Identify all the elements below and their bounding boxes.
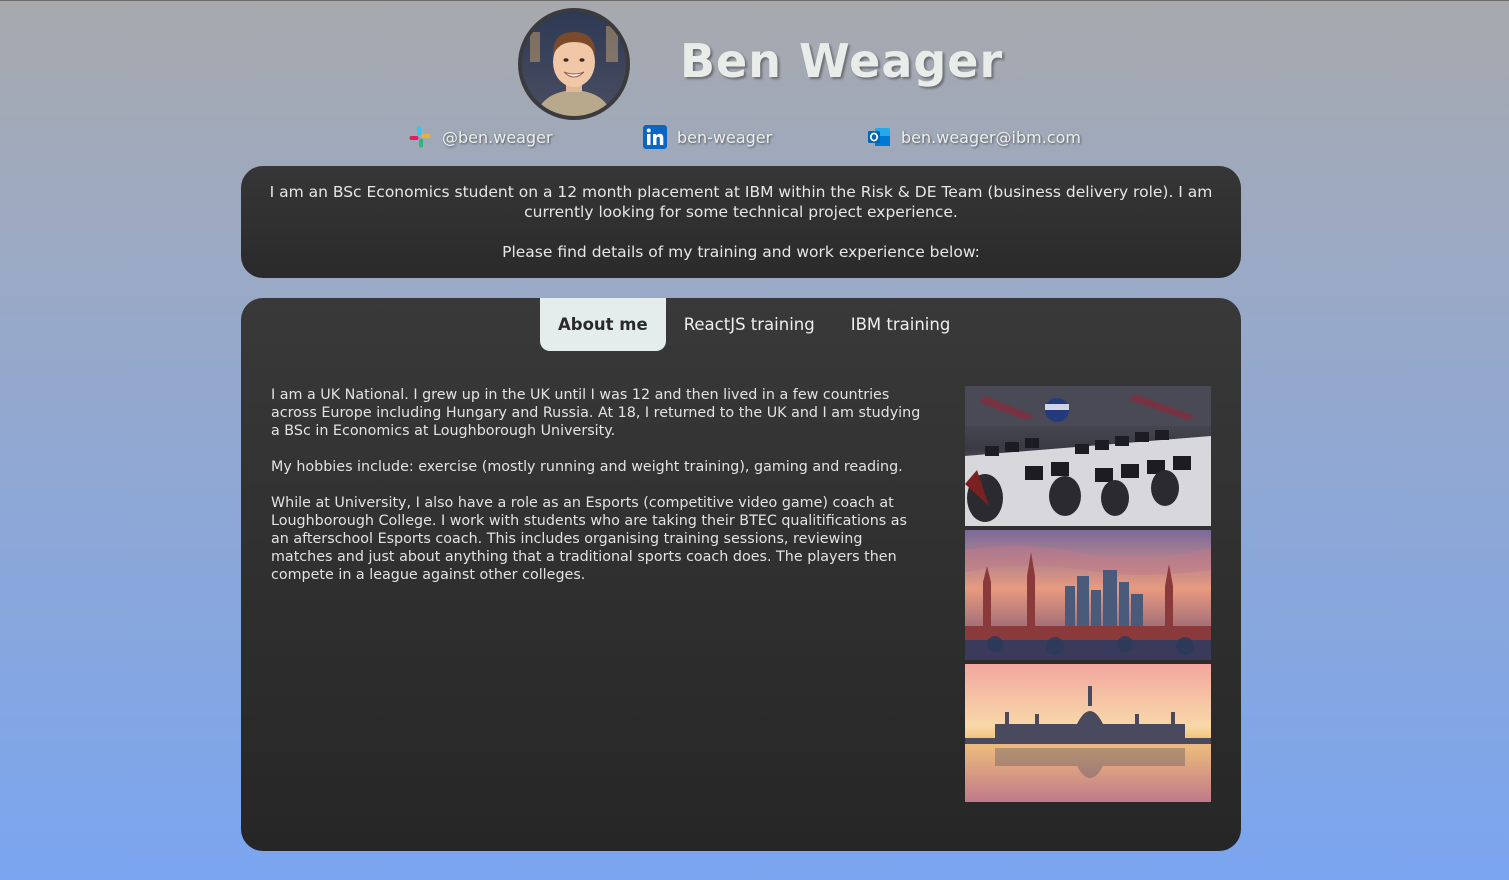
profile-photo — [522, 12, 626, 116]
tab-about-me[interactable]: About me — [540, 298, 666, 351]
content-card: About me ReactJS training IBM training I… — [241, 298, 1241, 851]
intro-card: I am an BSc Economics student on a 12 mo… — [241, 166, 1241, 278]
email-contact[interactable]: ben.weager@ibm.com — [867, 124, 1081, 150]
slack-contact[interactable]: @ben.weager — [408, 124, 553, 150]
linkedin-icon — [643, 125, 667, 149]
linkedin-handle: ben-weager — [677, 127, 773, 147]
tab-ibm-training[interactable]: IBM training — [833, 298, 969, 351]
avatar — [518, 8, 630, 120]
email-address: ben.weager@ibm.com — [901, 127, 1081, 147]
about-paragraph: My hobbies include: exercise (mostly run… — [271, 459, 903, 475]
slack-icon — [409, 126, 431, 148]
intro-text: I am an BSc Economics student on a 12 mo… — [269, 183, 1213, 221]
about-text: I am a UK National. I grew up in the UK … — [271, 386, 921, 584]
tab-bar: About me ReactJS training IBM training — [540, 298, 968, 351]
about-paragraph: While at University, I also have a role … — [271, 495, 907, 583]
esports-room-photo — [965, 386, 1211, 526]
slack-handle: @ben.weager — [442, 127, 553, 147]
tab-reactjs-training[interactable]: ReactJS training — [666, 298, 833, 351]
about-paragraph: I am a UK National. I grew up in the UK … — [271, 387, 921, 439]
page-title: Ben Weager — [680, 34, 1004, 88]
intro-subtext: Please find details of my training and w… — [502, 243, 980, 261]
moscow-skyline-photo — [965, 530, 1211, 660]
linkedin-contact[interactable]: ben-weager — [643, 124, 772, 150]
top-border — [0, 0, 1509, 1]
photo-gallery — [965, 386, 1211, 802]
budapest-parliament-photo — [965, 664, 1211, 802]
outlook-icon — [868, 128, 890, 146]
